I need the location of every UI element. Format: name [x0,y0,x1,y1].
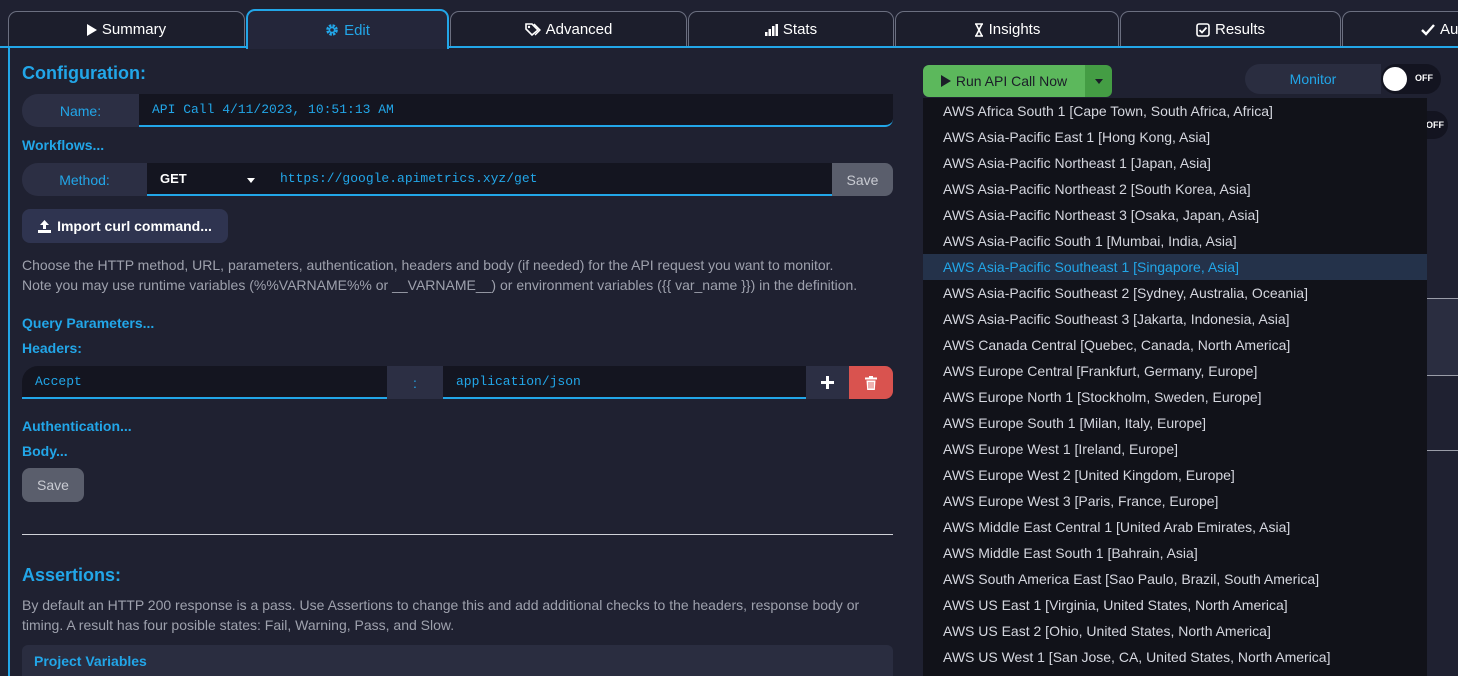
location-option[interactable]: AWS US West 1 [San Jose, CA, United Stat… [923,644,1427,670]
tab-label: Results [1214,21,1266,38]
check-square-icon [1196,22,1210,37]
tab-edit[interactable]: Edit [246,9,449,49]
bar-chart-icon [764,23,778,36]
tab-label: Au [1440,21,1458,38]
location-option[interactable]: AWS Asia-Pacific Northeast 3 [Osaka, Jap… [923,202,1427,228]
location-option[interactable]: AWS Europe North 1 [Stockholm, Sweden, E… [923,384,1427,410]
tab-stats[interactable]: Stats [688,11,894,47]
headers-label: Headers: [22,340,82,356]
method-label: Method: [22,163,147,196]
location-option[interactable]: AWS South America East [Sao Paulo, Brazi… [923,566,1427,592]
gear-icon [326,24,338,36]
import-curl-label: Import curl command... [57,218,212,234]
url-input[interactable]: https://google.apimetrics.xyz/get [267,163,832,196]
monitor-toggle[interactable]: OFF [1381,64,1441,94]
tab-label: Edit [344,21,370,39]
import-curl-button[interactable]: Import curl command... [22,209,228,243]
run-api-call-button[interactable]: Run API Call Now [923,65,1085,97]
location-option[interactable]: AWS Europe West 2 [United Kingdom, Europ… [923,462,1427,488]
trash-icon [865,375,877,390]
assertions-heading: Assertions: [22,565,122,585]
method-select[interactable]: GET [147,163,267,196]
tab-advanced[interactable]: Advanced [450,11,687,47]
tab-audit[interactable]: Au [1342,11,1458,47]
toggle-state: OFF [1415,73,1433,83]
location-option[interactable]: AWS Middle East Central 1 [United Arab E… [923,514,1427,540]
run-label: Run API Call Now [955,73,1068,89]
location-option[interactable]: AWS Asia-Pacific Southeast 2 [Sydney, Au… [923,280,1427,306]
tab-label: Stats [782,21,818,38]
add-header-button[interactable] [806,366,849,399]
chevron-down-icon [1094,78,1103,84]
background-panel [1427,298,1458,376]
help-text: Choose the HTTP method, URL, parameters,… [22,255,902,295]
method-value: GET [160,171,187,186]
upload-icon [38,219,52,233]
workflows-link[interactable]: Workflows... [22,137,104,153]
delete-header-button[interactable] [849,366,893,399]
tab-results[interactable]: Results [1120,11,1341,47]
tab-label: Advanced [545,21,613,38]
authentication-link[interactable]: Authentication... [22,418,132,434]
location-option[interactable]: AWS Europe West 1 [Ireland, Europe] [923,436,1427,462]
plus-icon [821,376,834,389]
help-text-line: Choose the HTTP method, URL, parameters,… [22,257,834,273]
run-dropdown-toggle[interactable] [1085,65,1112,97]
tab-bar: Summary Edit Advanced Stats Insights Res… [0,9,1458,49]
query-parameters-link[interactable]: Query Parameters... [22,315,154,331]
location-option[interactable]: AWS Middle East South 1 [Bahrain, Asia] [923,540,1427,566]
location-dropdown: AWS Africa South 1 [Cape Town, South Afr… [923,98,1427,676]
location-option[interactable]: AWS Africa South 1 [Cape Town, South Afr… [923,98,1427,124]
tab-summary[interactable]: Summary [8,11,245,47]
location-option[interactable]: AWS Europe Central [Frankfurt, Germany, … [923,358,1427,384]
background-divider [1427,450,1458,451]
tab-label: Insights [988,21,1041,38]
location-option[interactable]: AWS Asia-Pacific South 1 [Mumbai, India,… [923,228,1427,254]
assertions-text: By default an HTTP 200 response is a pas… [22,595,902,635]
assertions-text-line: timing. A result has four posible states… [22,617,455,633]
location-option[interactable]: AWS US East 1 [Virginia, United States, … [923,592,1427,618]
tags-icon [524,23,541,36]
header-row: Accept : application/json [22,366,893,399]
name-input[interactable]: API Call 4/11/2023, 10:51:13 AM [139,94,893,127]
configuration-heading: Configuration: [22,63,146,83]
location-option[interactable]: AWS Asia-Pacific Southeast 3 [Jakarta, I… [923,306,1427,332]
play-icon [940,75,951,87]
section-divider [22,534,893,535]
location-option[interactable]: AWS Asia-Pacific Northeast 1 [Japan, Asi… [923,150,1427,176]
chevron-down-icon [247,178,255,183]
tab-underline [0,46,1458,48]
toggle-knob [1383,67,1407,91]
save-url-button[interactable]: Save [832,163,893,196]
play-icon [86,23,97,36]
location-option-selected[interactable]: AWS Asia-Pacific Southeast 1 [Singapore,… [923,254,1427,280]
panel-border [8,48,10,676]
name-label: Name: [22,94,139,127]
save-button[interactable]: Save [22,468,84,502]
tab-insights[interactable]: Insights [895,11,1119,47]
check-icon [1421,23,1435,36]
help-text-line: Note you may use runtime variables (%%VA… [22,277,858,293]
method-row: Method: GET https://google.apimetrics.xy… [22,163,893,196]
assertions-text-line: By default an HTTP 200 response is a pas… [22,597,860,613]
location-option[interactable]: AWS Europe West 3 [Paris, France, Europe… [923,488,1427,514]
header-value-input[interactable]: application/json [443,366,806,399]
name-row: Name: API Call 4/11/2023, 10:51:13 AM [22,94,893,127]
location-option[interactable]: AWS Canada Central [Quebec, Canada, Nort… [923,332,1427,358]
project-variables-header[interactable]: Project Variables [22,645,893,676]
body-link[interactable]: Body... [22,443,68,459]
header-key-input[interactable]: Accept [22,366,387,399]
location-option[interactable]: AWS Europe South 1 [Milan, Italy, Europe… [923,410,1427,436]
location-option[interactable]: AWS Asia-Pacific East 1 [Hong Kong, Asia… [923,124,1427,150]
location-option[interactable]: AWS Asia-Pacific Northeast 2 [South Kore… [923,176,1427,202]
monitor-label: Monitor [1245,64,1381,94]
location-option[interactable]: AWS US East 2 [Ohio, United States, Nort… [923,618,1427,644]
tab-label: Summary [101,21,167,38]
hourglass-icon [974,22,983,37]
header-separator: : [387,366,443,399]
